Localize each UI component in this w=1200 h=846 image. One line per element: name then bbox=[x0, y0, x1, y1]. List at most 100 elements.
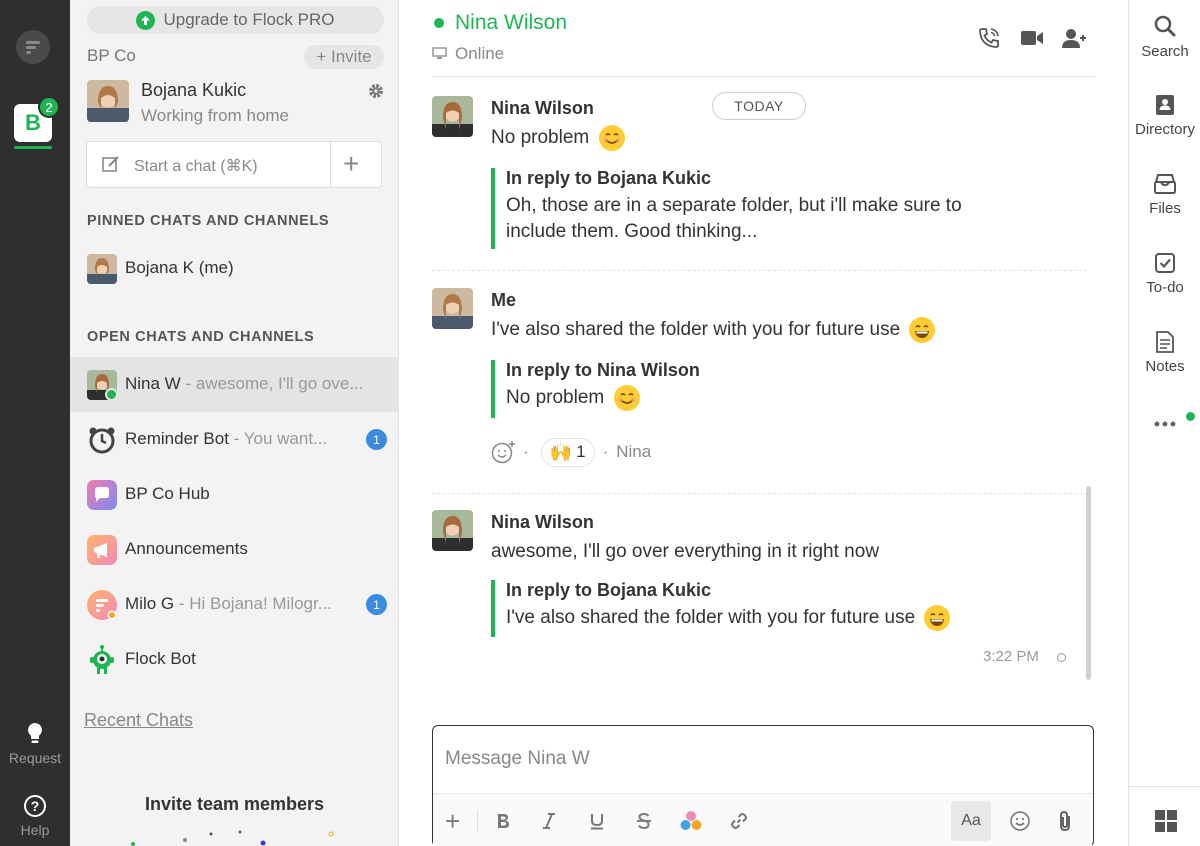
request-label: Request bbox=[8, 750, 62, 766]
app-label: Search bbox=[1141, 43, 1189, 60]
invite-team-heading[interactable]: Invite team members bbox=[70, 794, 399, 815]
help-icon: ? bbox=[24, 795, 46, 817]
chat-item-text: Nina W - awesome, I'll go ove... bbox=[125, 374, 364, 394]
chat-item-milo[interactable]: Milo G - Hi Bojana! Milogr... 1 bbox=[70, 577, 399, 632]
attachment-button[interactable] bbox=[1055, 806, 1075, 836]
read-receipt-icon bbox=[1057, 653, 1066, 662]
contact-name[interactable]: Nina Wilson bbox=[455, 11, 567, 35]
team-name: BP Co bbox=[87, 46, 136, 65]
help-button[interactable]: ? Help bbox=[0, 794, 70, 838]
strikethrough-icon bbox=[637, 812, 651, 830]
app-label: Directory bbox=[1134, 121, 1195, 138]
reply-quote[interactable]: In reply to Bojana Kukic Oh, those are i… bbox=[491, 168, 1006, 249]
alarm-clock-icon bbox=[89, 427, 115, 454]
underline-button[interactable] bbox=[589, 806, 605, 836]
avatar[interactable] bbox=[432, 288, 473, 329]
reply-quote[interactable]: In reply to Bojana Kukic I've also share… bbox=[491, 580, 951, 637]
app-todo[interactable]: To-do bbox=[1129, 252, 1200, 296]
reply-to-label: In reply to Nina Wilson bbox=[506, 360, 700, 380]
link-button[interactable] bbox=[729, 806, 749, 836]
my-status[interactable]: Working from home bbox=[141, 106, 289, 126]
video-camera-icon[interactable] bbox=[1019, 26, 1045, 50]
message-text-row: No problem bbox=[491, 125, 625, 151]
divider bbox=[477, 810, 478, 832]
text-color-icon[interactable] bbox=[679, 806, 703, 836]
presence-status: Online bbox=[455, 44, 505, 63]
reply-text: Oh, those are in a separate folder, but … bbox=[506, 195, 962, 242]
app-label: Files bbox=[1149, 200, 1181, 217]
unread-badge: 1 bbox=[366, 429, 387, 450]
scrollbar[interactable] bbox=[1086, 486, 1091, 680]
avatar[interactable] bbox=[432, 510, 473, 551]
recent-chats-link[interactable]: Recent Chats bbox=[84, 710, 193, 731]
chat-item-nina[interactable]: Nina W - awesome, I'll go ove... bbox=[70, 357, 399, 412]
chat-pane: Nina Wilson Online TODAY Nina Wilson No … bbox=[399, 0, 1128, 846]
reaction-count: 1 bbox=[576, 442, 586, 461]
date-divider: TODAY bbox=[712, 92, 806, 120]
invite-button[interactable]: + Invite bbox=[304, 45, 384, 69]
attach-plus-button[interactable]: + bbox=[445, 806, 460, 836]
chat-item-announcements[interactable]: Announcements bbox=[70, 522, 399, 577]
sidebar: Upgrade to Flock PRO BP Co + Invite Boja… bbox=[70, 0, 399, 846]
app-notes[interactable]: Notes bbox=[1129, 331, 1200, 375]
chat-item-flock-bot[interactable]: Flock Bot bbox=[70, 632, 399, 687]
reply-quote[interactable]: In reply to Nina Wilson No problem bbox=[491, 360, 700, 418]
new-chat-plus-button[interactable]: + bbox=[343, 150, 359, 178]
chat-item-reminder-bot[interactable]: Reminder Bot - You want... 1 bbox=[70, 412, 399, 467]
add-user-icon[interactable] bbox=[1061, 26, 1087, 50]
app-store-button[interactable] bbox=[1129, 786, 1200, 846]
flock-logo-icon[interactable] bbox=[16, 30, 50, 64]
divider bbox=[330, 142, 331, 187]
upgrade-button[interactable]: Upgrade to Flock PRO bbox=[87, 6, 384, 34]
reaction-chip[interactable]: 🙌 1 bbox=[540, 437, 595, 467]
presence-dot bbox=[434, 18, 444, 28]
chat-name: Milo G bbox=[125, 594, 175, 613]
chat-name: Flock Bot bbox=[125, 649, 196, 668]
italic-button[interactable] bbox=[541, 806, 557, 836]
arrow-up-icon bbox=[136, 10, 156, 30]
separator-dot: · bbox=[523, 442, 529, 461]
message-text-row: I've also shared the folder with you for… bbox=[491, 317, 936, 343]
smiling-face-emoji-icon bbox=[613, 385, 640, 411]
strikethrough-button[interactable] bbox=[636, 806, 652, 836]
chat-item-text: Milo G - Hi Bojana! Milogr... bbox=[125, 594, 332, 614]
reaction-by: Nina bbox=[616, 442, 652, 461]
add-reaction-icon[interactable] bbox=[491, 439, 517, 465]
apps-bar: Search Directory Files To-do Notes bbox=[1128, 0, 1200, 846]
confetti-decoration bbox=[131, 830, 334, 846]
help-label: Help bbox=[20, 822, 50, 838]
message-input[interactable]: Message Nina W bbox=[445, 748, 590, 770]
chat-item-bp-co-hub[interactable]: BP Co Hub bbox=[70, 467, 399, 522]
svg-text:?: ? bbox=[31, 798, 40, 814]
underline-icon bbox=[591, 814, 603, 830]
my-avatar[interactable] bbox=[87, 80, 129, 122]
app-search[interactable]: Search bbox=[1129, 14, 1200, 60]
message-composer[interactable]: Message Nina W + Aa bbox=[432, 725, 1094, 846]
avatar[interactable] bbox=[432, 96, 473, 137]
chat-preview: - Hi Bojana! Milogr... bbox=[174, 594, 332, 613]
format-toggle-button[interactable]: Aa bbox=[951, 801, 991, 841]
request-button[interactable]: Request bbox=[0, 722, 70, 766]
app-files[interactable]: Files bbox=[1129, 173, 1200, 217]
chat-preview: - awesome, I'll go ove... bbox=[180, 374, 364, 393]
smiling-face-emoji-icon bbox=[598, 125, 625, 151]
separator-dot: · bbox=[602, 442, 609, 461]
workspace-unread-badge: 2 bbox=[38, 96, 60, 118]
phone-icon[interactable] bbox=[977, 26, 1001, 50]
megaphone-icon bbox=[87, 535, 117, 565]
gear-icon[interactable] bbox=[367, 82, 385, 100]
bold-button[interactable] bbox=[495, 806, 511, 836]
workspace-active-indicator bbox=[14, 146, 52, 149]
app-directory[interactable]: Directory bbox=[1129, 94, 1200, 138]
pinned-chat-item[interactable]: Bojana K (me) bbox=[70, 241, 399, 296]
message-sender: Me bbox=[491, 290, 517, 310]
message-text: No problem bbox=[491, 127, 590, 149]
more-apps-icon[interactable] bbox=[1154, 418, 1176, 430]
format-toolbar: + Aa bbox=[433, 793, 1092, 846]
chat-name: Nina W bbox=[125, 374, 181, 393]
message-text: I've also shared the folder with you for… bbox=[491, 319, 901, 341]
start-chat-box[interactable]: Start a chat (⌘K) + bbox=[86, 141, 382, 188]
emoji-button[interactable] bbox=[1009, 806, 1031, 836]
reply-text: I've also shared the folder with you for… bbox=[506, 607, 916, 629]
raised-hands-emoji-icon: 🙌 bbox=[549, 441, 573, 462]
